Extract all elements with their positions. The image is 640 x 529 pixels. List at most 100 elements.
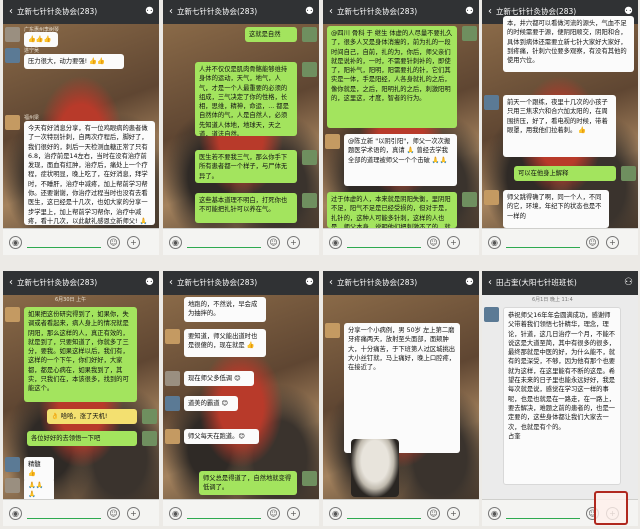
group-title: 立新七针针灸协会(283) [496,7,577,16]
avatar[interactable] [5,457,20,472]
message-bubble[interactable]: 师父总是得道了，自然地就变得低调了。 [199,471,297,495]
skull-image[interactable] [351,439,399,497]
text-input[interactable] [187,238,261,248]
message-bubble[interactable]: 人并不仅仅是肌肉骨骼能够维持身体的运动，天气，地气，人气，才是一个人最重要的必须… [195,62,297,136]
back-icon[interactable]: ‹ [9,6,13,17]
message-bubble[interactable]: 👌 哈哈，涨了天机! [47,409,137,425]
avatar[interactable] [165,371,180,386]
avatar[interactable] [462,26,477,41]
voice-icon[interactable]: ◉ [9,236,22,249]
avatar[interactable] [5,115,20,130]
message-bubble[interactable]: 如果把这份研究得到了，如果你，失调或者看起来，病人身上的情况就是阴阳，那么这样的… [24,307,137,402]
message-bubble[interactable]: 今天有好消息分享，有一位鸡眼病的患者做了一次特别针刺，自两次疗程后，脚好了，我们… [24,121,155,225]
back-icon[interactable]: ‹ [9,277,13,288]
message-text: 恭祝师父16年年会圆满成功，感谢师父带着我们领悟七针精华，理念，理论，针道，这几… [508,312,616,431]
group-members-icon[interactable]: ⚉ [305,271,314,295]
avatar[interactable] [165,429,180,444]
text-input[interactable] [187,509,261,519]
message-bubble[interactable]: 压力很大，动力要强! 👍👍 [24,54,124,70]
emoji-icon[interactable]: ☺ [427,507,440,520]
plus-icon[interactable]: + [287,507,300,520]
emoji-icon[interactable]: ☺ [107,236,120,249]
message-bubble[interactable]: 要知道，师父能出道时也是很傻的，现在就是 👍 [184,329,266,357]
text-input[interactable] [506,238,580,248]
group-members-icon[interactable]: ⚉ [465,271,474,295]
voice-icon[interactable]: ◉ [329,507,342,520]
avatar[interactable] [5,478,20,493]
message-bubble[interactable]: 各位好好的去领悟一下吧 [27,431,137,447]
avatar[interactable] [484,95,499,110]
message-bubble[interactable]: 可以在他身上解释 [514,166,616,182]
avatar[interactable] [302,193,317,208]
message-bubble[interactable]: 道美的霸道 😊 [184,396,238,412]
text-input[interactable] [506,509,580,519]
voice-icon[interactable]: ◉ [488,507,501,520]
avatar[interactable] [5,27,20,42]
emoji-icon[interactable]: ☺ [267,507,280,520]
message-bubble[interactable]: 恭祝师父16年年会圆满成功，感谢师父带着我们领悟七针精华，理念，理论，针道，这几… [503,307,621,485]
plus-icon[interactable]: + [127,236,140,249]
group-members-icon[interactable]: ⚉ [145,0,154,24]
group-members-icon[interactable]: ⚉ [145,271,154,295]
avatar[interactable] [302,471,317,486]
emoji-icon[interactable]: ☺ [427,236,440,249]
message-bubble[interactable]: @四川 骨科 于 继生 体虚的人尽量不要扎久了，很多人又是身体消瘦的，前为扎的一… [327,26,457,128]
group-members-icon[interactable]: ⚉ [305,0,314,24]
text-input[interactable] [347,238,421,248]
avatar[interactable] [165,329,180,344]
avatar[interactable] [621,166,636,181]
voice-icon[interactable]: ◉ [169,507,182,520]
voice-icon[interactable]: ◉ [488,236,501,249]
contact-info-icon[interactable]: ⚇ [624,271,633,295]
message-bubble[interactable]: 医生若不要我三气，那么你手下所有患者都一个样子，与尸体无异了。 [195,150,297,183]
voice-icon[interactable]: ◉ [329,236,342,249]
back-icon[interactable]: ‹ [488,6,492,17]
text-input[interactable] [27,238,101,248]
message-bubble[interactable]: 前天一个跟练，夜里十几次的小孩子只用三焦求穴和合穴加太阳的，在周围挤压，好了，看… [503,95,616,157]
back-icon[interactable]: ‹ [488,277,492,288]
group-members-icon[interactable]: ⚉ [465,0,474,24]
message-bubble[interactable]: 过于体虚的人，本来就是阴阳失衡，里阴阳不足，阳气不足是已经受损的，但对于是，扎针… [327,192,457,228]
back-icon[interactable]: ‹ [169,6,173,17]
avatar[interactable] [325,323,340,338]
avatar[interactable] [5,307,20,322]
avatar[interactable] [484,307,499,322]
plus-icon[interactable]: + [447,507,460,520]
avatar[interactable] [462,192,477,207]
message-bubble[interactable]: 这些基本道理不明白，打死你也不可能把扎针可以养在气。 [195,193,297,223]
emoji-icon[interactable]: ☺ [107,507,120,520]
plus-icon[interactable]: + [606,236,619,249]
emoji-icon[interactable]: ☺ [267,236,280,249]
avatar[interactable] [142,409,157,424]
plus-icon[interactable]: + [447,236,460,249]
text-input[interactable] [347,509,421,519]
avatar[interactable] [165,396,180,411]
text-input[interactable] [27,509,101,519]
message-bubble[interactable]: 这就是自然 [245,27,297,43]
message-bubble[interactable]: 师父每天在跑道。😊 [184,429,259,445]
back-icon[interactable]: ‹ [329,6,333,17]
avatar[interactable] [142,431,157,446]
message-bubble[interactable]: 师父跳得确了啊，同一个人，不同的它，环境，年纪下的状态也是不一样的 [503,190,609,228]
back-icon[interactable]: ‹ [169,277,173,288]
message-bubble[interactable]: 👍👍👍 [24,32,58,48]
avatar[interactable] [484,190,499,205]
voice-icon[interactable]: ◉ [169,236,182,249]
message-bubble[interactable]: 本，井穴都可以看做河流的源头，气血不足的时候需要于源，便阴阳顺交，阴阳和合，具体… [503,16,634,72]
avatar[interactable] [5,48,20,63]
avatar[interactable] [302,62,317,77]
input-bar: ◉ ☺ + [323,499,479,526]
avatar[interactable] [325,134,340,149]
plus-icon[interactable]: + [287,236,300,249]
voice-icon[interactable]: ◉ [9,507,22,520]
plus-icon[interactable]: + [127,507,140,520]
message-bubble[interactable]: 地跑的，不然说，早会成为抽拌的。 [184,297,266,322]
avatar[interactable] [302,150,317,165]
avatar[interactable] [302,27,317,42]
message-bubble[interactable]: @陈立新 "以阴引阳"，师父一次次搬题医学术语的，真请 🙏 曾经去学我全部的道理… [344,134,457,186]
message-bubble[interactable]: 分享一个小病例，男 50岁 左上第二磨牙疼痛两天，放射至头面部，面颊肿大，十分痛… [344,323,460,453]
message-bubble[interactable]: 现在师父多低调 😊 [184,371,254,387]
emoji-icon[interactable]: ☺ [586,236,599,249]
back-icon[interactable]: ‹ [329,277,333,288]
chat-panel-6: ‹ 立新七针针灸协会(283) ⚉ 地跑的，不然说，早会成为抽拌的。 要知道，师父能… [163,271,319,526]
